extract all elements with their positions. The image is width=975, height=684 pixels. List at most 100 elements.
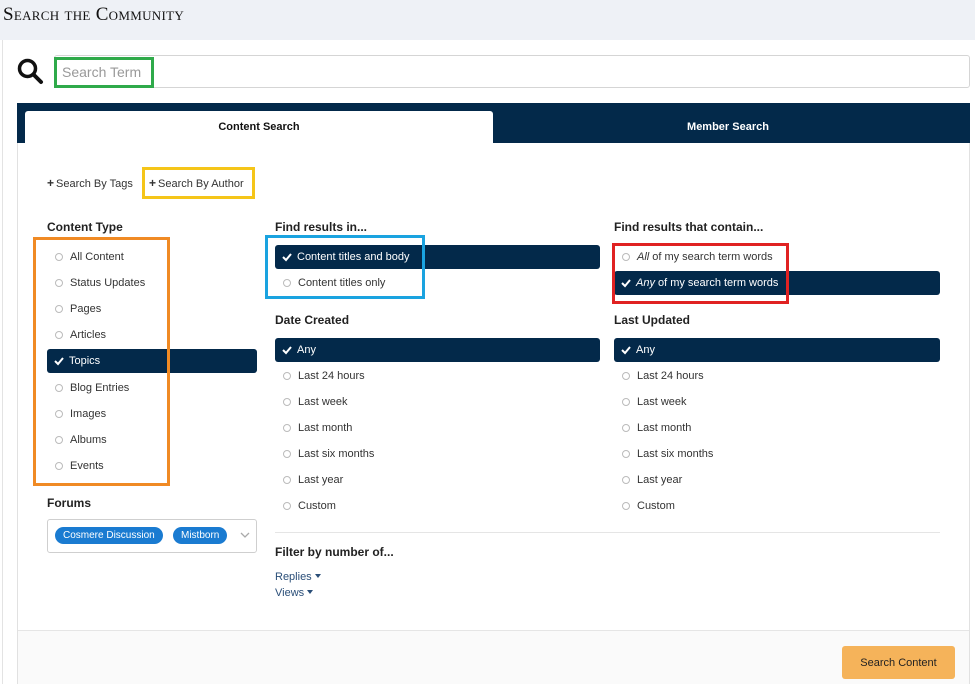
radio-icon: [55, 331, 63, 340]
radio-icon: [622, 476, 630, 484]
divider: [275, 532, 940, 533]
option-label: Custom: [637, 500, 675, 512]
date-created-option[interactable]: Last month: [275, 416, 352, 440]
search-input[interactable]: [55, 56, 969, 87]
search-icon[interactable]: [16, 57, 44, 85]
radio-icon: [622, 253, 630, 261]
radio-icon: [55, 305, 63, 314]
option-label: Events: [70, 459, 104, 472]
views-label: Views: [275, 587, 305, 599]
check-icon: [282, 253, 292, 262]
option-label: Last year: [298, 474, 344, 486]
last-updated-option[interactable]: Last year: [614, 468, 682, 492]
check-icon: [54, 357, 64, 366]
option-label: Last month: [637, 422, 692, 434]
option-label: Topics: [69, 355, 101, 368]
replies-filter-link[interactable]: Replies: [275, 571, 321, 583]
last-updated-option[interactable]: Last 24 hours: [614, 364, 704, 388]
last-updated-option[interactable]: Last six months: [614, 442, 713, 466]
option-label: All Content: [70, 251, 124, 263]
radio-icon: [622, 398, 630, 406]
last-updated-option[interactable]: Any: [614, 338, 940, 362]
search-by-author-label: Search By Author: [158, 178, 244, 190]
tab-content-search[interactable]: Content Search: [25, 111, 493, 143]
option-emphasis: Any: [636, 277, 655, 289]
option-label: Articles: [70, 329, 107, 342]
caret-down-icon: [314, 574, 321, 578]
search-by-tags-label: Search By Tags: [56, 178, 133, 190]
search-content-button[interactable]: Search Content: [842, 646, 955, 679]
find-results-contain-title: Find results that contain...: [614, 220, 764, 234]
last-updated-option[interactable]: Last week: [614, 390, 687, 414]
caret-down-icon: [307, 590, 314, 594]
option-label: Last week: [298, 396, 348, 408]
filter-title: Filter by number of...: [275, 545, 394, 559]
tab-member-search[interactable]: Member Search: [493, 111, 963, 143]
content-type-title: Content Type: [47, 220, 123, 234]
content-type-option[interactable]: Images: [47, 402, 106, 426]
last-updated-option[interactable]: Custom: [614, 494, 675, 518]
date-created-option[interactable]: Last year: [275, 468, 343, 492]
radio-icon: [55, 461, 63, 470]
form-footer: [18, 631, 969, 684]
date-created-option[interactable]: Last week: [275, 390, 348, 414]
option-label: Last year: [637, 474, 683, 486]
option-label: Content titles only: [298, 277, 386, 289]
radio-icon: [283, 502, 291, 510]
option-label: Last 24 hours: [637, 370, 704, 382]
check-icon: [621, 346, 631, 355]
last-updated-title: Last Updated: [614, 313, 691, 327]
content-type-option[interactable]: Status Updates: [47, 271, 145, 295]
find-results-in-option[interactable]: Content titles and body: [275, 245, 600, 269]
radio-icon: [55, 279, 63, 288]
option-label: Last six months: [298, 448, 375, 460]
find-results-contain-option[interactable]: Any of my search term words: [614, 271, 940, 295]
check-icon: [282, 346, 292, 355]
find-results-contain-option[interactable]: All of my search term words: [614, 245, 773, 269]
option-label: Any: [636, 344, 655, 356]
option-label: Images: [70, 407, 107, 420]
content-type-option[interactable]: All Content: [47, 245, 124, 269]
date-created-option[interactable]: Custom: [275, 494, 336, 518]
radio-icon: [55, 409, 63, 418]
radio-icon: [283, 476, 291, 484]
chevron-down-icon[interactable]: [240, 531, 250, 539]
date-created-title: Date Created: [275, 313, 350, 327]
radio-icon: [283, 424, 291, 432]
page-title: Search the Community: [3, 4, 185, 25]
date-created-option[interactable]: Last six months: [275, 442, 374, 466]
content-type-option[interactable]: Articles: [47, 323, 106, 347]
radio-icon: [283, 450, 291, 458]
radio-icon: [622, 372, 630, 380]
check-icon: [621, 279, 631, 288]
option-label: of my search term words: [652, 251, 773, 263]
option-emphasis: All: [637, 251, 650, 263]
search-by-tags-link[interactable]: + Search By Tags: [47, 176, 133, 190]
radio-icon: [622, 424, 630, 432]
search-by-author-link[interactable]: + Search By Author: [149, 176, 244, 190]
find-results-in-title: Find results in...: [275, 220, 368, 234]
option-label: Last month: [298, 422, 353, 434]
option-label: Albums: [70, 433, 107, 446]
forum-chip-mistborn[interactable]: Mistborn: [173, 527, 228, 544]
plus-icon: +: [47, 176, 55, 190]
forum-chip-cosmere-discussion[interactable]: Cosmere Discussion: [55, 527, 163, 544]
option-label: Blog Entries: [70, 381, 130, 394]
option-label: Any: [297, 344, 316, 356]
content-type-option[interactable]: Pages: [47, 297, 101, 321]
radio-icon: [622, 450, 630, 458]
radio-icon: [55, 253, 63, 261]
content-type-option[interactable]: Topics: [47, 349, 257, 374]
last-updated-option[interactable]: Last month: [614, 416, 691, 440]
option-label: Custom: [298, 500, 336, 512]
date-created-option[interactable]: Any: [275, 338, 600, 362]
forums-title: Forums: [47, 496, 92, 510]
content-type-option[interactable]: Blog Entries: [47, 376, 129, 400]
replies-label: Replies: [275, 571, 312, 583]
content-type-option[interactable]: Events: [47, 454, 104, 478]
date-created-option[interactable]: Last 24 hours: [275, 364, 365, 388]
option-label: Last six months: [637, 448, 714, 460]
find-results-in-option[interactable]: Content titles only: [275, 271, 385, 295]
views-filter-link[interactable]: Views: [275, 587, 314, 599]
content-type-option[interactable]: Albums: [47, 428, 107, 452]
